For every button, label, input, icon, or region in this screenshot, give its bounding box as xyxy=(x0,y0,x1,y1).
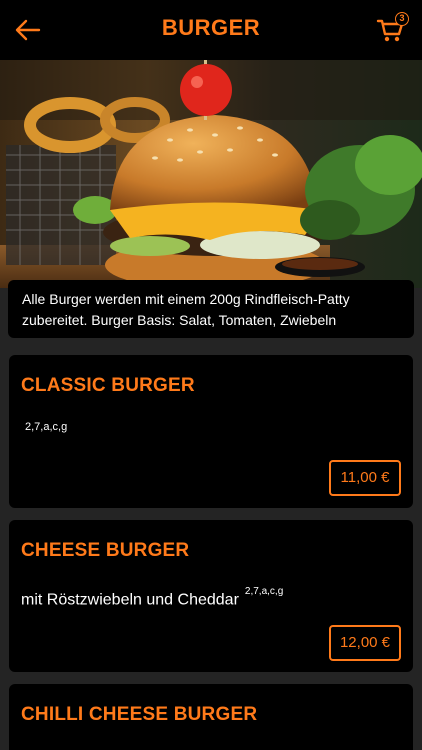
menu-item-card[interactable]: CLASSIC BURGER 2,7,a,c,g 11,00 € xyxy=(9,355,413,508)
cart-button[interactable]: 3 xyxy=(376,12,409,44)
menu-item-card[interactable]: CHEESE BURGER mit Röstzwiebeln und Chedd… xyxy=(9,520,413,672)
top-bar: BURGER 3 xyxy=(0,0,422,60)
page-title: BURGER xyxy=(161,15,261,40)
category-hero-image xyxy=(0,60,422,288)
menu-item-card[interactable]: CHILLI CHEESE BURGER xyxy=(9,684,413,750)
add-to-cart-price-button[interactable]: 12,00 € xyxy=(329,625,401,661)
menu-item-title: CHEESE BURGER xyxy=(21,540,190,561)
cart-count-badge: 3 xyxy=(395,12,409,26)
category-description: Alle Burger werden mit einem 200g Rindfl… xyxy=(8,280,414,338)
menu-item-title: CLASSIC BURGER xyxy=(21,375,195,396)
menu-item-description: mit Röstzwiebeln und Cheddar 2,7,a,c,g xyxy=(21,586,283,609)
menu-item-allergens: 2,7,a,c,g xyxy=(25,421,68,433)
menu-item-title: CHILLI CHEESE BURGER xyxy=(21,704,258,725)
add-to-cart-price-button[interactable]: 11,00 € xyxy=(329,460,401,496)
menu-item-description-text: mit Röstzwiebeln und Cheddar xyxy=(21,591,239,609)
menu-item-allergens: 2,7,a,c,g xyxy=(244,586,284,597)
